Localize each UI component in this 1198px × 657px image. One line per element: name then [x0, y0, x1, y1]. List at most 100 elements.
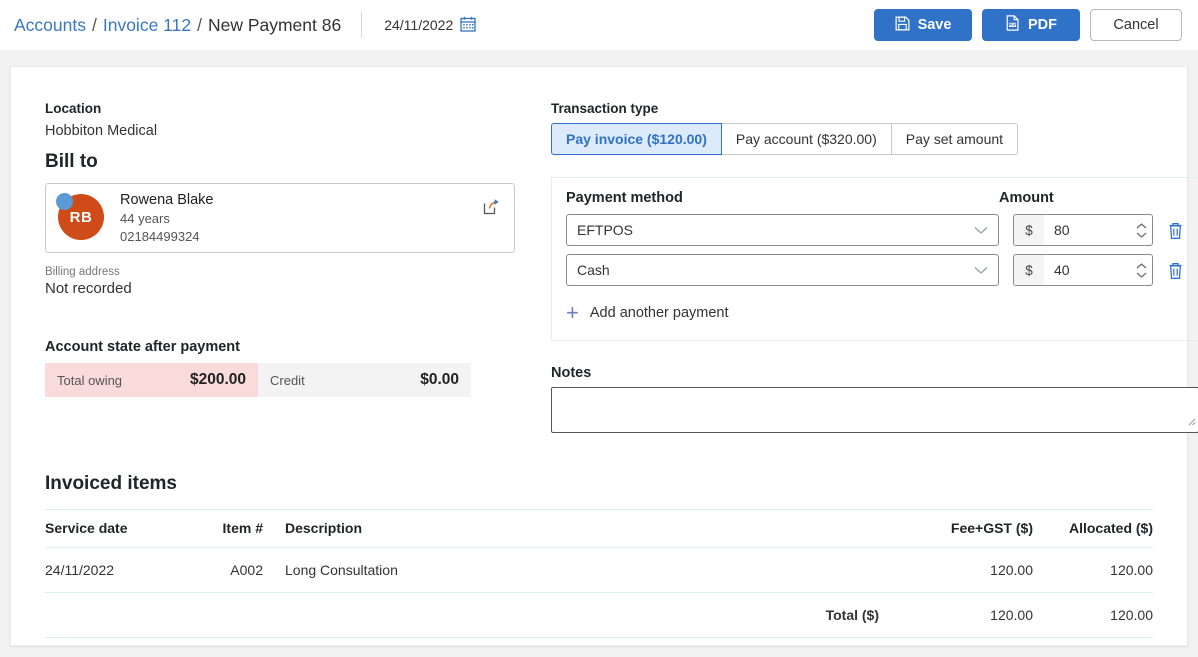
payment-method-header: Payment method	[566, 190, 683, 206]
amount-value-1: 80	[1054, 222, 1070, 238]
cancel-button-label: Cancel	[1113, 17, 1159, 33]
currency-symbol: $	[1014, 255, 1044, 285]
patient-details: Rowena Blake 44 years 02184499324	[120, 190, 214, 246]
amount-input-2[interactable]: $ 40	[1013, 254, 1153, 286]
cell-allocated: 120.00	[1033, 547, 1153, 593]
resize-handle-icon[interactable]	[1186, 413, 1196, 431]
total-owing-value: $200.00	[189, 371, 246, 388]
billing-address-value: Not recorded	[45, 280, 132, 297]
chevron-down-icon	[974, 262, 988, 278]
form-columns: Location Hobbiton Medical Bill to RB Row…	[45, 101, 1198, 433]
add-another-payment-label: Add another payment	[589, 305, 729, 321]
cell-item-no: A002	[195, 547, 285, 593]
credit-label: Credit	[270, 372, 305, 388]
plus-icon: +	[566, 300, 579, 325]
billing-address-label: Billing address	[45, 266, 120, 278]
bill-to-column: Location Hobbiton Medical Bill to RB Row…	[45, 101, 515, 433]
payment-methods-panel: Payment method Amount EFTPOS $ 80 Cash $…	[551, 177, 1198, 341]
tab-pay-account[interactable]: Pay account ($320.00)	[720, 123, 892, 155]
transaction-type-label: Transaction type	[551, 101, 659, 116]
cell-empty	[45, 592, 195, 638]
notes-input[interactable]	[551, 387, 1198, 433]
cancel-button[interactable]: Cancel	[1090, 9, 1182, 41]
column-header-fee-gst: Fee+GST ($)	[903, 509, 1033, 548]
credit-cell: Credit $0.00	[258, 363, 471, 397]
payment-row: EFTPOS $ 80	[566, 214, 1184, 246]
amount-input-1[interactable]: $ 80	[1013, 214, 1153, 246]
breadcrumb-item-invoice[interactable]: Invoice 112	[103, 15, 191, 36]
total-fee-gst: 120.00	[903, 592, 1033, 638]
save-button[interactable]: Save	[874, 9, 972, 41]
avatar: RB	[56, 193, 106, 242]
cell-description: Long Consultation	[285, 547, 903, 593]
cell-service-date: 24/11/2022	[45, 547, 195, 593]
notes-label: Notes	[551, 365, 592, 381]
breadcrumb-separator: /	[197, 14, 202, 35]
patient-phone: 02184499324	[120, 229, 200, 244]
payment-method-select-1[interactable]: EFTPOS	[566, 214, 999, 246]
breadcrumb-item-accounts[interactable]: Accounts	[14, 15, 86, 36]
payment-method-value-2: Cash	[577, 262, 610, 278]
invoiced-items-table: Service date Item # Description Fee+GST …	[45, 509, 1153, 638]
total-label: Total ($)	[285, 592, 903, 638]
cell-empty	[195, 592, 285, 638]
table-total-row: Total ($) 120.00 120.00	[45, 592, 1153, 638]
payment-date-value: 24/11/2022	[384, 17, 454, 33]
patient-name: Rowena Blake	[120, 192, 214, 209]
currency-symbol: $	[1014, 215, 1044, 245]
table-row: 24/11/2022 A002 Long Consultation 120.00…	[45, 547, 1153, 593]
patient-card[interactable]: RB Rowena Blake 44 years 02184499324	[45, 183, 515, 253]
column-header-service-date: Service date	[45, 509, 195, 548]
external-link-icon[interactable]	[483, 198, 500, 220]
tab-pay-invoice[interactable]: Pay invoice ($120.00)	[551, 123, 722, 155]
cell-fee-gst: 120.00	[903, 547, 1033, 593]
pdf-button-label: PDF	[1028, 17, 1057, 33]
payment-date[interactable]: 24/11/2022	[384, 16, 476, 35]
save-floppy-icon	[895, 16, 910, 35]
bill-to-heading: Bill to	[45, 151, 98, 172]
credit-value: $0.00	[420, 371, 459, 388]
header-actions: Save PDF PDF Cancel	[874, 9, 1182, 41]
pdf-button[interactable]: PDF PDF	[982, 9, 1080, 41]
total-allocated: 120.00	[1033, 592, 1153, 638]
stepper-arrows-icon[interactable]	[1130, 215, 1152, 245]
payment-form-card: Location Hobbiton Medical Bill to RB Row…	[10, 66, 1198, 646]
breadcrumb-separator: /	[91, 14, 97, 35]
column-header-description: Description	[285, 509, 903, 548]
online-status-dot	[56, 193, 73, 210]
header-divider	[361, 12, 363, 38]
breadcrumb: Accounts / Invoice 112 / New Payment 86	[14, 15, 341, 36]
payment-method-value-1: EFTPOS	[577, 222, 634, 238]
payment-column: Transaction type Pay invoice ($120.00) P…	[515, 101, 1198, 433]
add-another-payment-button[interactable]: + Add another payment	[566, 302, 1184, 324]
delete-payment-2-icon[interactable]	[1167, 261, 1184, 280]
pdf-document-icon: PDF	[1005, 15, 1020, 35]
breadcrumb-item-current: New Payment 86	[207, 14, 342, 35]
app-header: Accounts / Invoice 112 / New Payment 86 …	[0, 0, 1198, 50]
account-state-bar: Total owing $200.00 Credit $0.00	[45, 363, 471, 397]
table-header-row: Service date Item # Description Fee+GST …	[45, 509, 1153, 548]
total-owing-cell: Total owing $200.00	[45, 363, 258, 397]
patient-age: 44 years	[120, 211, 170, 227]
tab-pay-set-amount[interactable]: Pay set amount	[890, 123, 1019, 155]
account-state-title: Account state after payment	[45, 339, 240, 355]
location-label: Location	[45, 101, 102, 116]
delete-payment-1-icon[interactable]	[1167, 221, 1184, 240]
amount-value-2: 40	[1054, 262, 1070, 278]
payment-panel-headers: Payment method Amount	[566, 190, 1184, 206]
column-header-item-no: Item #	[195, 509, 285, 548]
location-value: Hobbiton Medical	[45, 123, 158, 139]
payment-row: Cash $ 40	[566, 254, 1184, 286]
svg-text:PDF: PDF	[1009, 23, 1017, 27]
payment-method-select-2[interactable]: Cash	[566, 254, 999, 286]
save-button-label: Save	[917, 17, 952, 33]
amount-header: Amount	[999, 190, 1054, 206]
calendar-icon[interactable]	[460, 16, 476, 35]
column-header-allocated: Allocated ($)	[1033, 509, 1153, 548]
account-state-section: Account state after payment Total owing …	[45, 339, 515, 397]
stepper-arrows-icon[interactable]	[1130, 255, 1152, 285]
total-owing-label: Total owing	[57, 372, 123, 388]
invoiced-items-title: Invoiced items	[45, 473, 177, 494]
chevron-down-icon	[974, 222, 988, 238]
transaction-type-tabs: Pay invoice ($120.00) Pay account ($320.…	[551, 123, 1198, 155]
